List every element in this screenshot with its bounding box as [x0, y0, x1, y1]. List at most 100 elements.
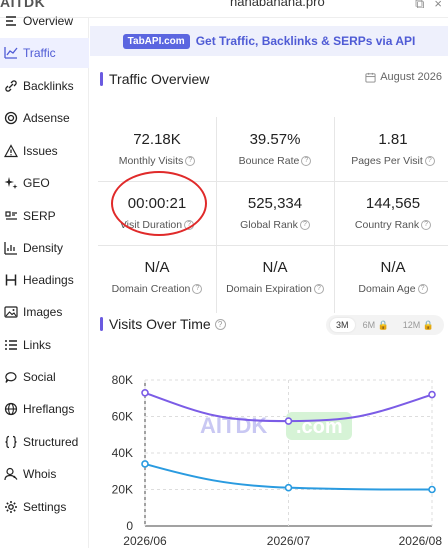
stat-value: 144,565	[365, 195, 421, 212]
data-point	[141, 388, 149, 397]
sidebar-item-density[interactable]: Density	[0, 233, 89, 263]
help-icon[interactable]: ?	[214, 318, 226, 330]
sparkle-icon	[4, 176, 18, 190]
serp-icon	[4, 209, 18, 223]
sidebar-item-whois[interactable]: Whois	[0, 459, 89, 489]
api-banner[interactable]: TabAPI.com Get Traffic, Backlinks & SERP…	[90, 26, 448, 56]
data-point	[284, 483, 293, 492]
stat-label: Domain Creation	[111, 283, 191, 295]
image-icon	[4, 305, 18, 319]
stat-label: Domain Expiration	[226, 283, 312, 295]
overview-icon	[4, 14, 18, 28]
y-tick-label: 60K	[112, 410, 133, 424]
help-icon[interactable]: ?	[301, 156, 312, 167]
stat-label-row: Domain Creation?	[98, 283, 216, 295]
current-domain: nanabanana.pro	[230, 0, 325, 9]
sidebar-item-label: Adsense	[23, 111, 70, 125]
date-picker[interactable]: August 2026	[365, 71, 442, 83]
stat-value: 72.18K	[133, 131, 181, 148]
stat-label: Monthly Visits	[118, 155, 184, 167]
date-label: August 2026	[380, 71, 442, 83]
y-tick-label: 40K	[112, 446, 133, 460]
stat-domain-age: N/A Domain Age?	[334, 245, 448, 309]
y-tick-label: 20K	[112, 483, 133, 497]
sidebar-item-label: Density	[23, 241, 64, 255]
copy-icon[interactable]: ⧉	[415, 0, 424, 12]
heading-accent	[100, 72, 103, 86]
help-icon[interactable]: ?	[185, 156, 196, 167]
sidebar-item-label: Traffic	[23, 46, 56, 60]
visits-heading: Visits Over Time ?	[100, 316, 226, 332]
sidebar-item-label: Settings	[23, 500, 67, 514]
data-point	[428, 390, 436, 399]
sidebar-item-social[interactable]: Social	[0, 362, 89, 392]
sidebar-item-serp[interactable]: SERP	[0, 201, 89, 231]
help-icon[interactable]: ?	[417, 284, 428, 295]
sidebar-item-headings[interactable]: Headings	[0, 265, 89, 295]
stat-bounce-rate: 39.57% Bounce Rate?	[216, 117, 334, 181]
stat-country-rank: 144,565 Country Rank?	[334, 181, 448, 245]
sidebar-item-structured[interactable]: Structured	[0, 427, 89, 457]
stat-pages-per-visit: 1.81 Pages Per Visit?	[334, 117, 448, 181]
x-tick-label: 2026/07	[267, 534, 311, 548]
sidebar-item-hreflangs[interactable]: Hreflangs	[0, 394, 89, 424]
help-icon[interactable]: ?	[192, 284, 203, 295]
help-icon[interactable]: ?	[313, 284, 324, 295]
adsense-icon	[4, 111, 18, 125]
sidebar-item-links[interactable]: Links	[0, 330, 89, 360]
sidebar-item-label: Links	[23, 338, 52, 352]
help-icon[interactable]: ?	[424, 156, 435, 167]
heading-accent	[100, 317, 103, 331]
gear-icon	[4, 500, 18, 514]
sidebar-item-label: Hreflangs	[23, 402, 75, 416]
social-icon	[4, 370, 18, 384]
sidebar-item-traffic[interactable]: Traffic	[0, 38, 89, 68]
density-icon	[4, 241, 18, 255]
stat-label-row: Monthly Visits?	[98, 155, 216, 167]
range-tab-3m[interactable]: 3M	[330, 318, 355, 332]
sidebar-item-backlinks[interactable]: Backlinks	[0, 71, 89, 101]
highlight-circle	[111, 171, 207, 236]
sidebar-item-label: Social	[23, 370, 56, 384]
sidebar-item-settings[interactable]: Settings	[0, 492, 89, 522]
sidebar-item-label: Overview	[23, 14, 74, 28]
stat-label-row: Global Rank?	[216, 219, 334, 231]
traffic-icon	[4, 46, 18, 60]
sidebar-item-adsense[interactable]: Adsense	[0, 103, 89, 133]
stat-label-row: Bounce Rate?	[216, 155, 334, 167]
data-point	[284, 417, 293, 425]
sidebar-item-overview[interactable]: Overview	[0, 6, 89, 36]
list-icon	[4, 338, 18, 352]
range-tab-6m[interactable]: 6M 🔒	[357, 318, 395, 333]
sidebar-item-label: Images	[23, 305, 63, 319]
stat-label: Global Rank	[240, 219, 298, 231]
sidebar-item-geo[interactable]: GEO	[0, 168, 89, 198]
stat-global-rank: 525,334 Global Rank?	[216, 181, 334, 245]
sidebar-item-label: SERP	[23, 209, 56, 223]
data-point	[141, 460, 149, 468]
stat-value: 525,334	[247, 195, 303, 212]
warning-icon	[4, 144, 18, 158]
calendar-icon	[365, 72, 376, 83]
sidebar-item-label: Headings	[23, 273, 74, 287]
sidebar-item-label: Issues	[23, 144, 58, 158]
close-icon[interactable]: ×	[434, 0, 442, 12]
stat-label-row: Pages Per Visit?	[334, 155, 448, 167]
traffic-overview-title: Traffic Overview	[109, 71, 210, 87]
sidebar-item-images[interactable]: Images	[0, 297, 89, 327]
stat-value: N/A	[144, 259, 170, 276]
sidebar-item-label: GEO	[23, 176, 50, 190]
stat-domain-creation: N/A Domain Creation?	[98, 245, 216, 309]
stat-value: N/A	[262, 259, 288, 276]
stat-label: Country Rank	[354, 219, 420, 231]
data-point	[428, 485, 436, 494]
stat-label: Domain Age	[358, 283, 416, 295]
sidebar-item-issues[interactable]: Issues	[0, 136, 89, 166]
top-actions: ⧉ ×	[415, 0, 442, 12]
stat-value: 39.57%	[249, 131, 301, 148]
sidebar-item-label: Structured	[23, 435, 79, 449]
help-icon[interactable]: ?	[421, 220, 432, 231]
range-tab-12m[interactable]: 12M 🔒	[397, 318, 440, 333]
help-icon[interactable]: ?	[299, 220, 310, 231]
stat-label-row: Domain Age?	[334, 283, 448, 295]
